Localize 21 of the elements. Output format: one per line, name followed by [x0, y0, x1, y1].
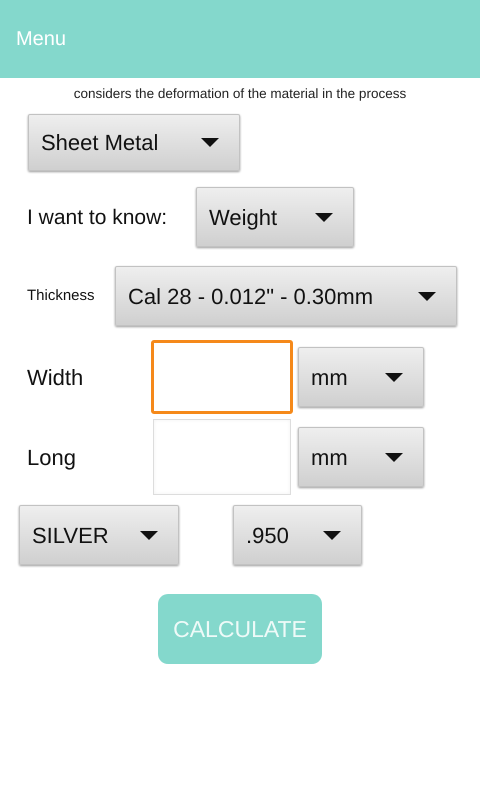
field-label: Thickness — [27, 286, 96, 306]
material-dropdown[interactable]: Sheet Metal — [28, 114, 240, 172]
dropdown-arrow-icon — [315, 212, 333, 222]
purity-dropdown[interactable]: .950 — [233, 505, 362, 566]
dropdown-arrow-icon — [140, 530, 158, 540]
input-field[interactable] — [151, 340, 293, 414]
dropdown-arrow-icon — [385, 452, 403, 462]
unit-dropdown[interactable]: mm — [298, 347, 424, 408]
thickness-dropdown[interactable]: Cal 28 - 0.012" - 0.30mm — [115, 266, 457, 326]
dropdown-arrow-icon — [323, 530, 341, 540]
app-bar-title: Menu — [16, 27, 66, 52]
field-label: Width — [27, 364, 84, 392]
metal-dropdown[interactable]: SILVER — [19, 505, 179, 566]
field-label: I want to know: — [27, 204, 168, 230]
dropdown-arrow-icon — [418, 292, 436, 301]
subtitle: considers the deformation of the material in the process — [74, 85, 406, 103]
result-dropdown[interactable]: Weight — [196, 187, 354, 248]
dropdown-arrow-icon — [385, 372, 403, 382]
unit-dropdown[interactable]: mm — [298, 427, 424, 488]
dropdown-arrow-icon — [201, 138, 219, 148]
field-label: Long — [27, 444, 77, 472]
